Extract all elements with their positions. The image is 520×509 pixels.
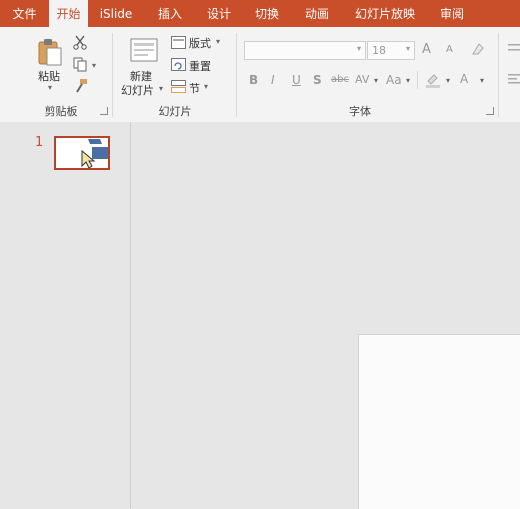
group-separator — [236, 33, 237, 117]
reset-icon[interactable] — [171, 58, 186, 74]
tab-design[interactable]: 设计 — [196, 0, 242, 27]
highlight-icon[interactable] — [424, 71, 442, 92]
clipboard-launcher-icon[interactable] — [100, 107, 108, 115]
slide-canvas[interactable] — [358, 334, 520, 509]
clipboard-group-label: 剪贴板 — [44, 105, 78, 118]
reset-label[interactable]: 重置 — [189, 58, 211, 74]
change-case-button[interactable]: Aa — [386, 73, 402, 87]
slide-thumbnail[interactable] — [54, 136, 110, 170]
group-separator — [417, 71, 418, 89]
cut-icon[interactable] — [72, 34, 88, 53]
section-icon[interactable] — [171, 80, 186, 96]
thumbnail-pane — [0, 122, 131, 508]
font-size-value: 18 — [372, 44, 386, 57]
section-label[interactable]: 节 — [189, 80, 200, 96]
paste-dropdown-icon[interactable]: ▾ — [48, 83, 52, 92]
tab-review[interactable]: 审阅 — [428, 0, 476, 27]
format-painter-icon[interactable] — [73, 78, 89, 97]
underline-button[interactable]: U — [292, 73, 301, 87]
tab-slideshow[interactable]: 幻灯片放映 — [342, 0, 428, 27]
paragraph-list-icon[interactable] — [506, 41, 520, 60]
new-slide-label-line2[interactable]: 幻灯片 — [121, 82, 154, 98]
tab-insert[interactable]: 插入 — [144, 0, 196, 27]
layout-dropdown-icon[interactable]: ▾ — [216, 37, 220, 46]
clear-format-icon[interactable] — [470, 41, 486, 60]
ribbon-tab-bar: 文件 开始 iSlide 插入 设计 切换 动画 幻灯片放映 审阅 — [0, 0, 520, 27]
text-shadow-button[interactable]: S — [313, 73, 322, 87]
font-launcher-icon[interactable] — [486, 107, 494, 115]
change-case-dropdown-icon[interactable]: ▾ — [406, 76, 410, 85]
slide-number: 1 — [35, 135, 44, 150]
tab-file[interactable]: 文件 — [0, 0, 49, 27]
chevron-down-icon: ▾ — [356, 44, 361, 53]
font-name-combo[interactable]: ▾ — [244, 41, 366, 60]
italic-button[interactable]: I — [271, 73, 275, 87]
copy-dropdown-icon[interactable]: ▾ — [92, 61, 96, 70]
new-slide-dropdown-icon[interactable]: ▾ — [159, 84, 163, 93]
layout-icon[interactable] — [171, 36, 186, 52]
copy-icon[interactable] — [72, 56, 88, 75]
font-color-button[interactable]: A — [460, 72, 468, 86]
strikethrough-button[interactable]: abc — [331, 74, 349, 85]
bold-button[interactable]: B — [249, 73, 258, 87]
section-dropdown-icon[interactable]: ▾ — [204, 82, 208, 91]
tab-transitions[interactable]: 切换 — [242, 0, 292, 27]
tab-islide[interactable]: iSlide — [88, 0, 144, 27]
ribbon: 粘贴 ▾ ▾ 剪贴板 新建 幻灯片 ▾ 版式 ▾ 重置 节 ▾ 幻灯片 ▾ 18… — [0, 27, 520, 123]
chevron-down-icon: ▾ — [405, 44, 410, 53]
char-spacing-dropdown-icon[interactable]: ▾ — [374, 76, 378, 85]
highlight-dropdown-icon[interactable]: ▾ — [446, 76, 450, 85]
shrink-font-button[interactable]: A — [446, 44, 453, 55]
font-color-dropdown-icon[interactable]: ▾ — [480, 76, 484, 85]
font-group-label: 字体 — [349, 105, 371, 118]
align-icon[interactable] — [506, 71, 520, 90]
group-separator — [498, 33, 499, 117]
tab-animations[interactable]: 动画 — [292, 0, 342, 27]
slides-group-label: 幻灯片 — [158, 105, 192, 118]
font-size-combo[interactable]: 18 ▾ — [367, 41, 415, 60]
paste-label[interactable]: 粘贴 — [38, 68, 60, 84]
layout-label[interactable]: 版式 — [189, 35, 211, 51]
new-slide-icon[interactable] — [129, 36, 159, 67]
tab-home[interactable]: 开始 — [49, 0, 88, 27]
char-spacing-button[interactable]: AV — [355, 73, 369, 86]
grow-font-button[interactable]: A — [422, 42, 431, 57]
group-separator — [112, 33, 113, 117]
paste-icon[interactable] — [36, 37, 64, 70]
